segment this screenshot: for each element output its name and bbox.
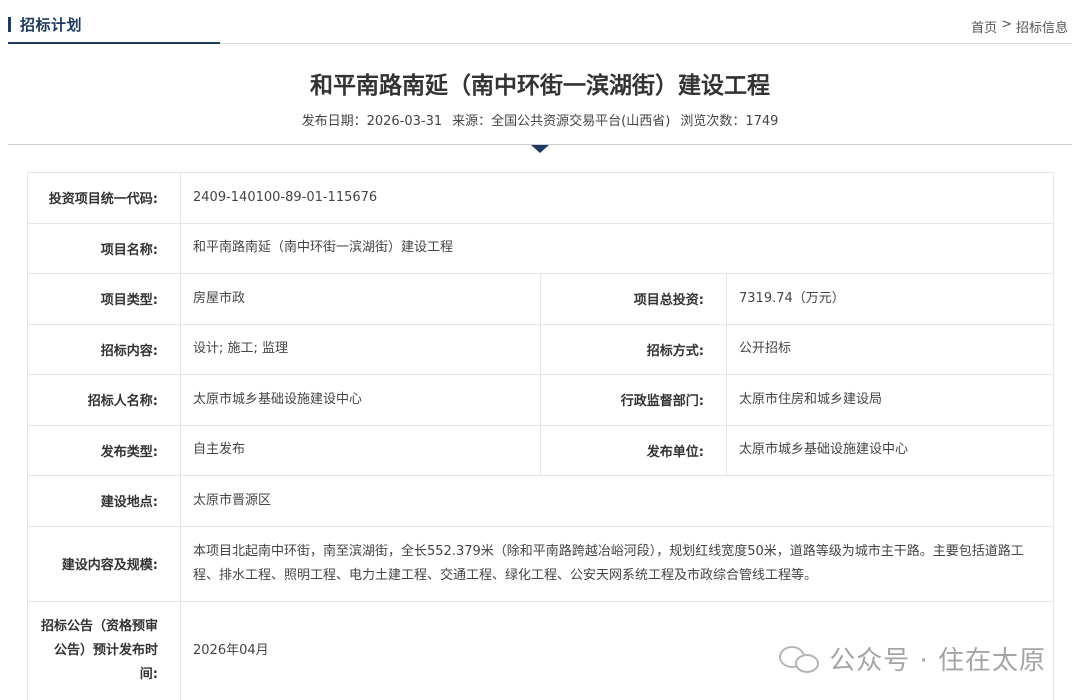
type-value: 房屋市政: [180, 273, 541, 325]
table-row: 建设内容及规模: 本项目北起南中环街，南至滨湖街，全长552.379米（除和平南…: [27, 525, 1055, 602]
heading-marker: [8, 16, 11, 32]
table-row: 项目名称: 和平南路南延（南中环街一滨湖街）建设工程: [27, 222, 1055, 274]
type-label: 项目类型:: [27, 273, 181, 325]
location-value: 太原市晋源区: [179, 475, 1055, 527]
publish-type-value: 自主发布: [180, 424, 541, 476]
article-meta: 发布日期：2026-03-31 来源：全国公共资源交易平台(山西省) 浏览次数：…: [0, 110, 1080, 129]
content-value: 设计; 施工; 监理: [180, 323, 541, 375]
method-value: 公开招标: [725, 323, 1055, 375]
publisher-label: 发布单位:: [540, 424, 727, 476]
divider-arrow-icon: [531, 145, 549, 153]
supervisor-label: 行政监督部门:: [540, 374, 727, 426]
table-row: 招标人名称: 太原市城乡基础设施建设中心 行政监督部门: 太原市住房和城乡建设局: [27, 374, 1055, 426]
section-title: 招标计划: [20, 15, 83, 34]
table-row: 建设地点: 太原市晋源区: [27, 475, 1055, 527]
table-row: 发布类型: 自主发布 发布单位: 太原市城乡基础设施建设中心: [27, 424, 1055, 476]
code-value: 2409-140100-89-01-115676: [179, 172, 1055, 224]
tenderer-label: 招标人名称:: [27, 374, 181, 426]
publisher-value: 太原市城乡基础设施建设中心: [725, 424, 1055, 476]
breadcrumb-current-link[interactable]: 招标信息: [1016, 17, 1068, 36]
name-value: 和平南路南延（南中环街一滨湖街）建设工程: [179, 222, 1055, 274]
source: 来源：全国公共资源交易平台(山西省): [452, 114, 671, 129]
publish-type-label: 发布类型:: [27, 424, 181, 476]
location-label: 建设地点:: [27, 475, 181, 527]
view-count: 浏览次数：1749: [680, 114, 779, 129]
project-info-table: 投资项目统一代码: 2409-140100-89-01-115676 项目名称:…: [27, 172, 1055, 700]
watermark: 公众号 · 住在太原: [779, 640, 1046, 677]
tenderer-value: 太原市城乡基础设施建设中心: [180, 374, 541, 426]
section-heading: 招标计划: [8, 14, 82, 34]
breadcrumb-separator: >: [1001, 17, 1012, 32]
breadcrumb-home-link[interactable]: 首页: [971, 17, 997, 36]
publish-date: 发布日期：2026-03-31: [301, 114, 443, 129]
section-title-underline: [8, 42, 220, 44]
table-row: 投资项目统一代码: 2409-140100-89-01-115676: [27, 172, 1055, 224]
breadcrumb: 首页 > 招标信息: [971, 17, 1068, 36]
scope-value: 本项目北起南中环街，南至滨湖街，全长552.379米（除和平南路跨越冶峪河段），…: [179, 525, 1055, 602]
code-label: 投资项目统一代码:: [27, 172, 181, 224]
wechat-icon: [779, 644, 821, 674]
announce-time-label: 招标公告（资格预审公告）预计发布时间:: [27, 600, 181, 700]
method-label: 招标方式:: [540, 323, 727, 375]
top-bar: 招标计划 首页 > 招标信息: [8, 0, 1072, 44]
investment-value: 7319.74（万元）: [725, 273, 1055, 325]
page-title: 和平南路南延（南中环街一滨湖街）建设工程: [310, 73, 770, 99]
table-row: 项目类型: 房屋市政 项目总投资: 7319.74（万元）: [27, 273, 1055, 325]
investment-label: 项目总投资:: [540, 273, 727, 325]
scope-label: 建设内容及规模:: [27, 525, 181, 602]
content-label: 招标内容:: [27, 323, 181, 375]
table-row: 招标内容: 设计; 施工; 监理 招标方式: 公开招标: [27, 323, 1055, 375]
supervisor-value: 太原市住房和城乡建设局: [725, 374, 1055, 426]
name-label: 项目名称:: [27, 222, 181, 274]
watermark-text: 公众号 · 住在太原: [829, 646, 1046, 676]
